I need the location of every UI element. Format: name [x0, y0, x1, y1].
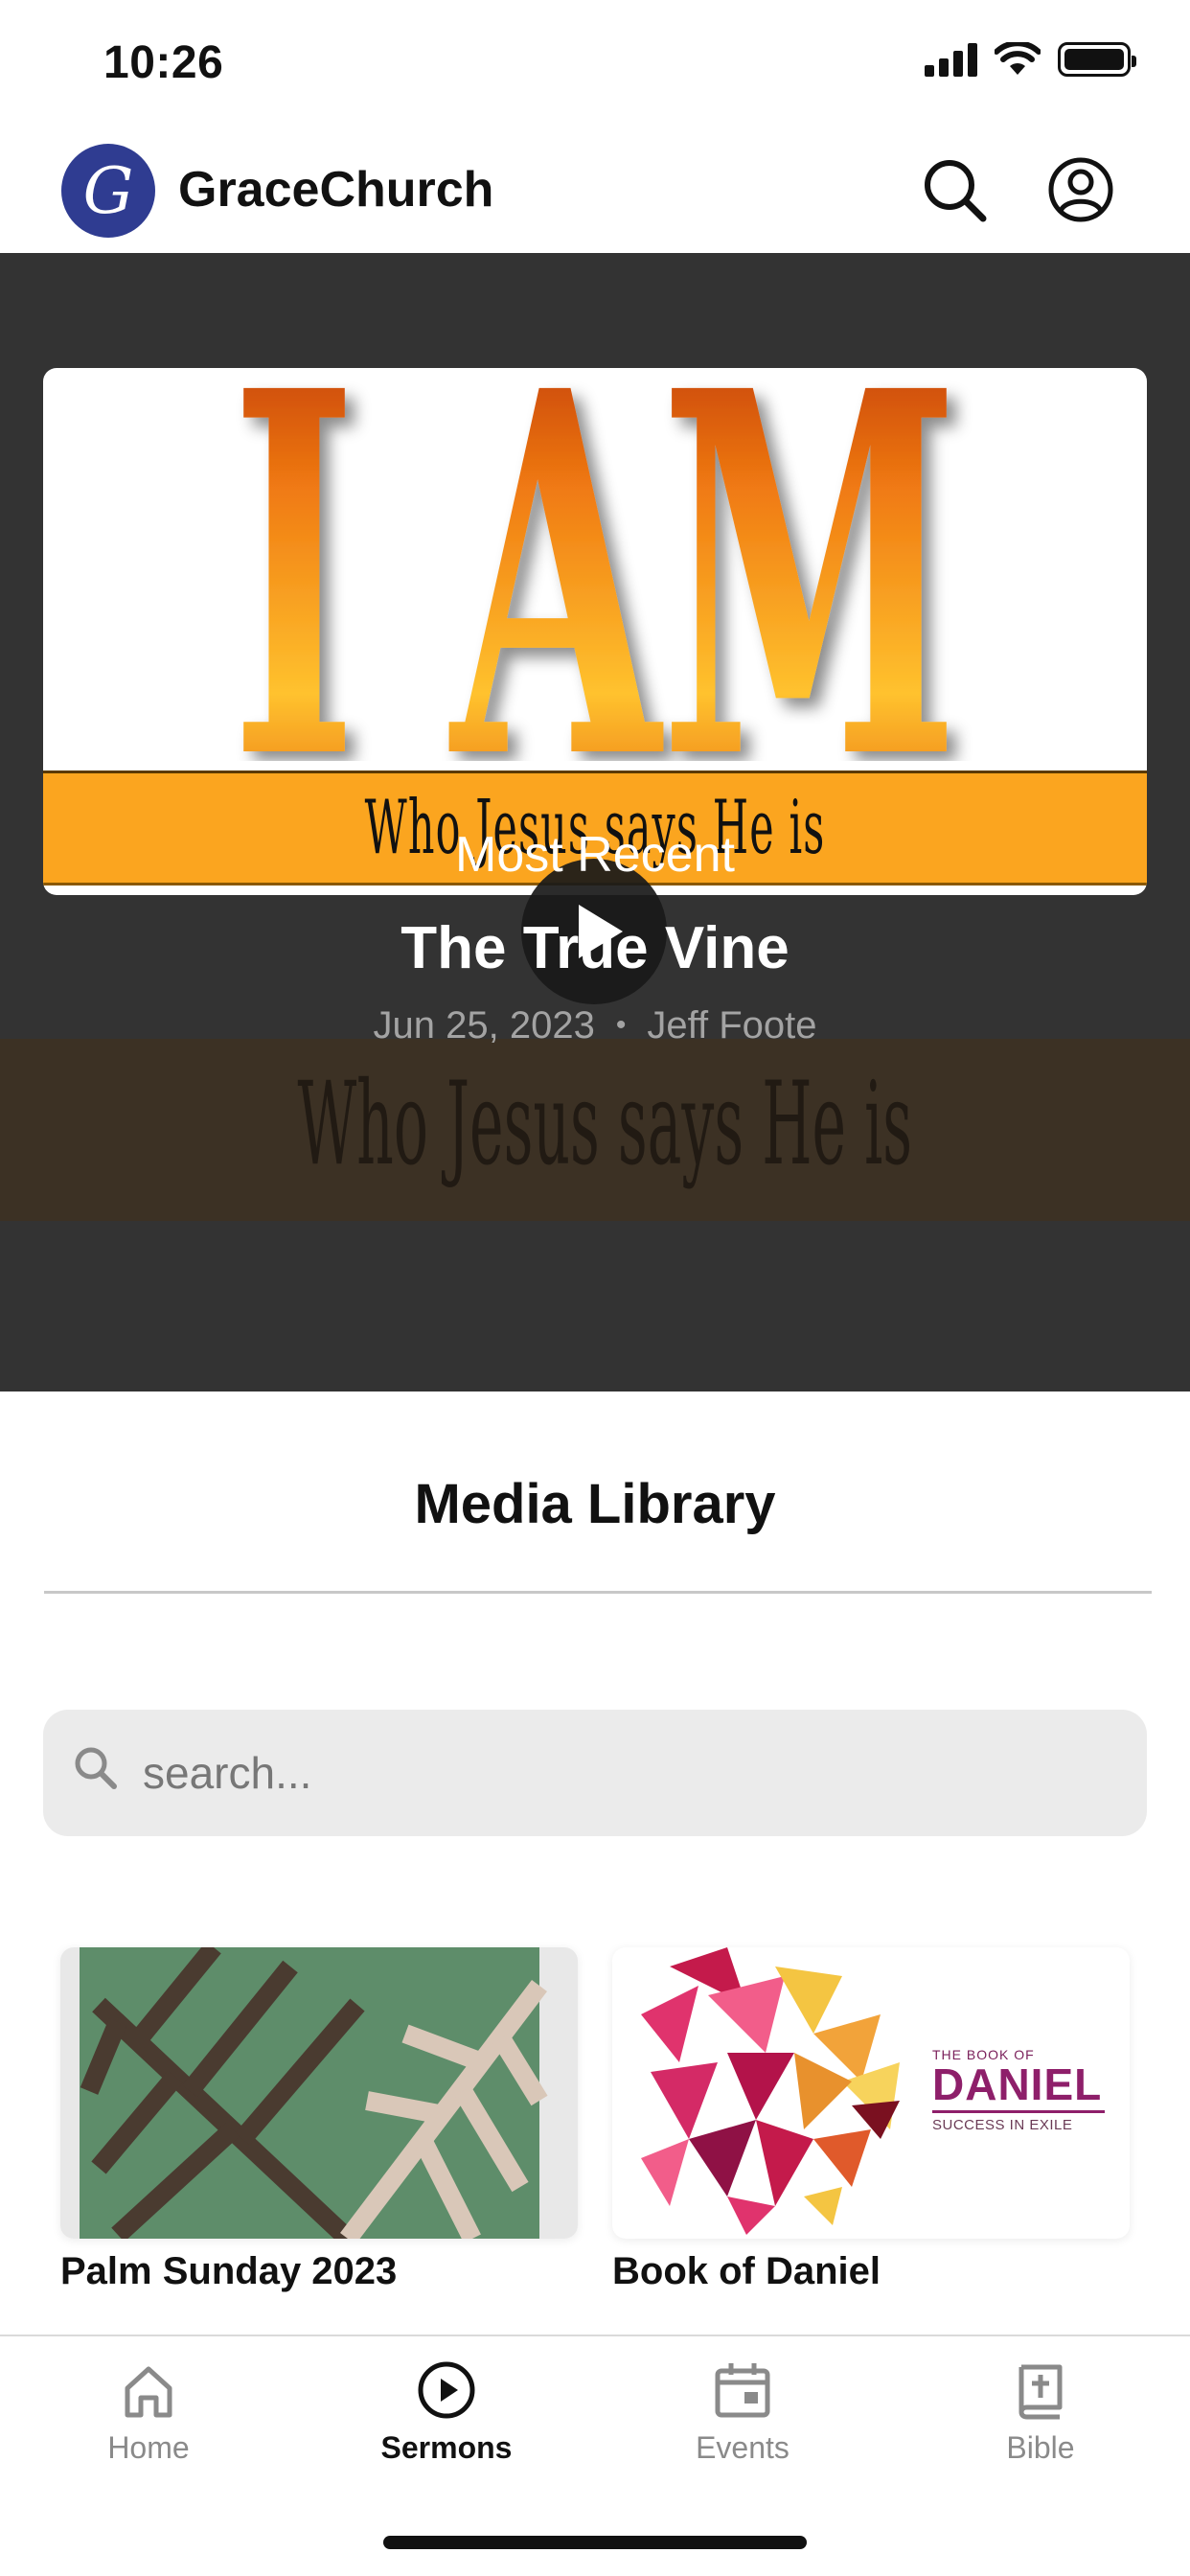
app-header: G GraceChurch — [0, 125, 1190, 253]
daniel-title-art: THE BOOK OF DANIEL SUCCESS IN EXILE — [932, 2047, 1105, 2133]
cellular-signal-icon — [925, 42, 977, 77]
daniel-art-big: DANIEL — [932, 2059, 1103, 2109]
bible-icon — [1018, 2364, 1063, 2420]
search-icon[interactable] — [918, 153, 991, 226]
search-icon — [75, 1747, 117, 1789]
sermon-title[interactable]: The True Vine — [0, 914, 1190, 982]
home-icon — [125, 2366, 172, 2418]
sermon-meta: Jun 25, 2023 • Jeff Foote — [0, 1004, 1190, 1047]
banner-headline: I AM — [231, 368, 959, 761]
tab-label: Sermons — [380, 2430, 513, 2465]
divider — [44, 1591, 1152, 1594]
calendar-icon — [715, 2363, 770, 2418]
banner-artwork: I AM — [231, 368, 959, 761]
tagline-reflection: Who Jesus says He is — [297, 1058, 913, 1191]
status-bar: 10:26 — [0, 0, 1190, 125]
media-card-book-of-daniel[interactable]: THE BOOK OF DANIEL SUCCESS IN EXILE Book… — [612, 1947, 1130, 2293]
sermon-series-banner[interactable]: I AM Who Jesus says He is — [43, 368, 1147, 895]
battery-icon — [1058, 42, 1136, 77]
tab-events[interactable]: Events — [628, 2359, 858, 2466]
tab-home[interactable]: Home — [34, 2359, 263, 2466]
daniel-art-sub: SUCCESS IN EXILE — [932, 2117, 1073, 2133]
sermon-date: Jun 25, 2023 — [373, 1004, 595, 1046]
app-title: GraceChurch — [178, 162, 494, 218]
media-library-title: Media Library — [414, 1473, 776, 1535]
media-card-palm-sunday[interactable]: Palm Sunday 2023 — [60, 1947, 578, 2293]
section-label: Most Recent — [455, 827, 735, 883]
search-bar[interactable] — [43, 1710, 1147, 1836]
tab-label: Events — [696, 2430, 790, 2465]
palm-branch-artwork — [60, 1947, 578, 2239]
tab-label: Home — [107, 2430, 190, 2465]
tab-sermons[interactable]: Sermons — [332, 2359, 561, 2466]
search-input[interactable] — [143, 1710, 1120, 1836]
palm-sunday-thumbnail — [60, 1947, 578, 2239]
profile-icon[interactable] — [1044, 153, 1117, 226]
card-label: Book of Daniel — [612, 2250, 881, 2292]
status-icons — [925, 42, 1136, 77]
status-time: 10:26 — [103, 37, 224, 88]
home-indicator[interactable] — [383, 2536, 807, 2549]
tab-bible[interactable]: Bible — [926, 2359, 1156, 2466]
play-circle-icon — [418, 2361, 475, 2419]
book-of-daniel-thumbnail: THE BOOK OF DANIEL SUCCESS IN EXILE — [612, 1947, 1130, 2239]
meta-separator: • — [615, 1009, 627, 1041]
wifi-icon — [995, 42, 1041, 75]
sermon-speaker: Jeff Foote — [647, 1004, 817, 1046]
card-label: Palm Sunday 2023 — [60, 2250, 398, 2292]
tab-label: Bible — [1006, 2430, 1075, 2465]
most-recent-band: Who Jesus says He is — [0, 1039, 1190, 1221]
church-logo[interactable]: G — [61, 144, 155, 238]
